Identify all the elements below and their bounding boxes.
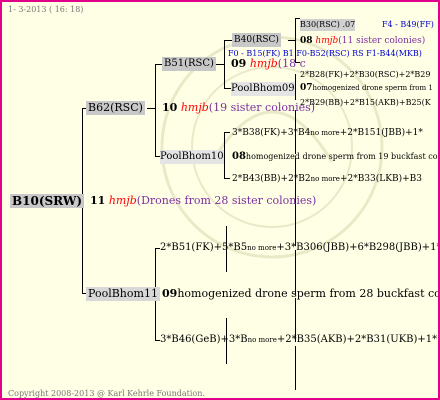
combo-row-5: 2*B51(FK)+5*B5no more+3*B306(JBB)+6*B298… (160, 242, 440, 253)
ggm-father-line: F0 - B15(FK) B1 F0-B52(RSC) RS F1-B44(MK… (228, 49, 422, 58)
copyright: Copyright 2008-2013 @ Karl Kehrle Founda… (8, 389, 205, 398)
grandfather-info: 08homogenized drone sperm from 19 buckfa… (232, 151, 438, 162)
ggm-mother[interactable]: B30(RSC) .07 (300, 19, 356, 31)
father-pool[interactable]: PoolBhom11 (86, 287, 160, 301)
date-stamp: 1- 3-2013 ( 16: 18) (8, 5, 84, 14)
root-queen[interactable]: B10(SRW) (10, 194, 85, 208)
mother-queen[interactable]: B62(RSC) (86, 101, 145, 115)
combo-row-2: 2*B29(BB)+2*B15(AKB)+B25(K (300, 98, 431, 107)
ggm-queen[interactable]: B40(RSC) (232, 33, 281, 47)
ggm-info: 08 hmjb(11 sister colonies) (300, 36, 426, 46)
combo-row-3: 3*B38(FK)+3*B4no more+2*B151(JBB)+1* (232, 128, 423, 138)
combo-row-1: 2*B28(FK)+2*B30(RSC)+2*B29 (300, 70, 431, 79)
root-year: 11 hmjb(Drones from 28 sister colonies) (90, 194, 317, 207)
pedigree-frame: 1- 3-2013 ( 16: 18) Copyright 2008-2013 … (0, 0, 440, 400)
ggf-info: 07homogenized drone sperm from 1 (300, 83, 433, 93)
combo-row-6: 3*B46(GeB)+3*Bno more+2*B35(AKB)+2*B31(U… (160, 334, 438, 345)
grandmother-queen[interactable]: B51(RSC) (162, 57, 216, 71)
grandfather-pool[interactable]: PoolBhom10 (160, 150, 224, 164)
ggm-mother-extra: F4 - B49(FF) (382, 20, 434, 29)
combo-row-4: 2*B43(BB)+2*B2no more+2*B33(LKB)+B3 (232, 174, 423, 184)
ggf-pool[interactable]: PoolBhom09 (231, 82, 295, 96)
mother-info: 10 hmjb(19 sister colonies) (162, 101, 316, 114)
father-info: 09homogenized drone sperm from 28 buckfa… (162, 287, 440, 300)
